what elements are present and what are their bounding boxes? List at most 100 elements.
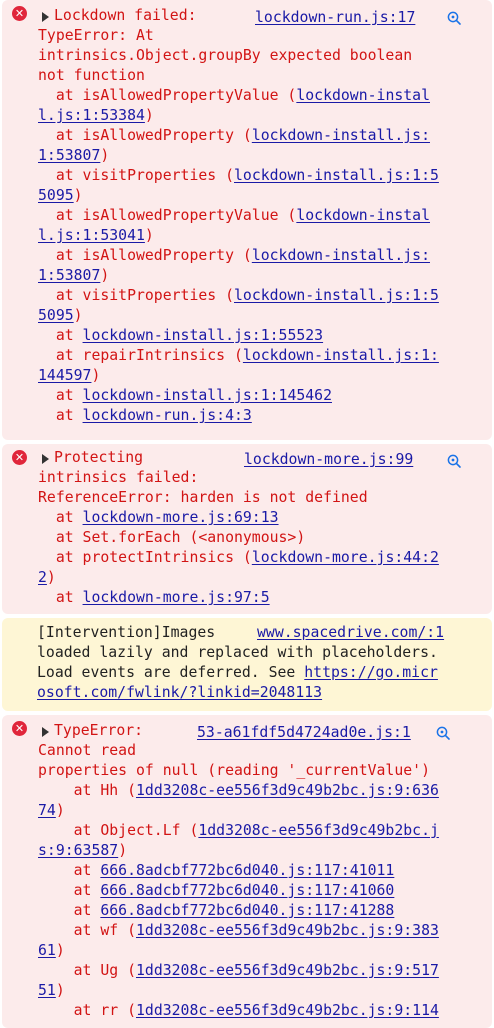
message-text: not function [38,67,145,84]
expand-triangle-icon[interactable] [42,727,49,737]
stack-line: Cannot read [38,741,492,761]
stack-line: 1:53807) [38,146,492,166]
message-text: at isAllowedPropertyValue ( [38,87,297,104]
message-text: ) [100,147,110,164]
stack-line: at 666.8adcbf772bc6d040.js:117:41288 [38,901,492,921]
message-text: [Intervention]Images [37,624,216,641]
stack-source-link[interactable]: lockdown-install.js:1:5 [234,287,439,304]
stack-source-link[interactable]: 666.8adcbf772bc6d040.js:117:41060 [100,882,394,899]
stack-line: at protectIntrinsics (lockdown-more.js:4… [38,548,492,568]
stack-source-link[interactable]: lockdown-more.js:69:13 [83,509,279,526]
stack-line: 2) [38,568,492,588]
stack-source-link[interactable]: lockdown-instal [296,87,430,104]
stack-source-link[interactable]: 1dd3208c-ee556f3d9c49b2bc.j [198,822,439,839]
stack-source-link[interactable]: 144597 [38,367,91,384]
message-text: ) [144,107,154,124]
stack-source-link[interactable]: lockdown-more.js:97:5 [83,589,270,606]
stack-source-link[interactable]: lockdown-install.js:1:145462 [83,387,332,404]
stack-source-link[interactable]: 2 [38,569,47,586]
stack-source-link[interactable]: https://go.micr [304,664,438,681]
console-warning-message[interactable]: [Intervention]Images loaded lazily and re… [2,618,492,711]
message-text: loaded lazily and replaced with placehol… [37,644,438,661]
message-source-link[interactable]: lockdown-run.js:17 [255,8,415,28]
stack-source-link[interactable]: lockdown-install.js: [252,127,430,144]
stack-line: properties of null (reading '_currentVal… [38,761,492,781]
stack-line: at lockdown-install.js:1:55523 [38,326,492,346]
stack-source-link[interactable]: lockdown-run.js:4:3 [83,407,252,424]
stack-line: 74) [38,801,492,821]
error-icon: ✕ [12,450,27,465]
console-error-message[interactable]: ✕ Lockdown failed: TypeError: At intrinsics… [2,0,492,440]
stack-source-link[interactable]: l.js:1:53041 [38,227,145,244]
stack-line: 144597) [38,366,492,386]
message-text: ) [118,842,128,859]
message-source-link[interactable]: 53-a61fdf5d4724ad0e.js:1 [197,723,411,743]
stack-source-link[interactable]: lockdown-more.js:44:2 [252,549,439,566]
stack-source-link[interactable]: osoft.com/fwlink/?linkid=2048113 [37,684,322,701]
stack-line: l.js:1:53041) [38,226,492,246]
stack-source-link[interactable]: 666.8adcbf772bc6d040.js:117:41288 [100,902,394,919]
message-source-link[interactable]: www.spacedrive.com/:1 [257,623,444,643]
stack-source-link[interactable]: 1dd3208c-ee556f3d9c49b2bc.js:9:517 [136,962,439,979]
stack-line: at Ug (1dd3208c-ee556f3d9c49b2bc.js:9:51… [38,961,492,981]
stack-source-link[interactable]: 74 [38,802,56,819]
message-text: at Set.forEach (<anonymous>) [38,529,306,546]
stack-line: ReferenceError: harden is not defined [38,488,492,508]
message-text: at [38,902,101,919]
stack-line: intrinsics.Object.groupBy expected boole… [38,46,492,66]
message-text: ) [46,569,56,586]
message-text: at Hh ( [38,782,136,799]
stack-line: loaded lazily and replaced with placehol… [37,643,492,663]
stack-source-link[interactable]: lockdown-instal [296,207,430,224]
stack-source-link[interactable]: 1:53807 [38,267,100,284]
message-text: at isAllowedPropertyValue ( [38,207,297,224]
stack-source-link[interactable]: 5095 [38,187,74,204]
stack-source-link[interactable]: lockdown-install.js:1:55523 [83,327,324,344]
message-text: at rr ( [38,1002,136,1019]
stack-source-link[interactable]: lockdown-install.js: [252,247,430,264]
magnifier-insights-icon[interactable] [446,10,462,26]
message-text: at Ug ( [38,962,136,979]
stack-line: at isAllowedPropertyValue (lockdown-inst… [38,206,492,226]
stack-line: at Set.forEach (<anonymous>) [38,528,492,548]
message-text: ) [55,802,65,819]
stack-source-link[interactable]: lockdown-install.js:1: [243,347,439,364]
stack-source-link[interactable]: lockdown-install.js:1:5 [234,167,439,184]
stack-line: TypeError: At [38,26,492,46]
message-source-link[interactable]: lockdown-more.js:99 [244,450,413,470]
magnifier-insights-icon[interactable] [435,725,451,741]
stack-source-link[interactable]: 5095 [38,307,74,324]
console-error-message[interactable]: ✕ TypeError: Cannot read properties of null… [2,715,492,1028]
message-text: at [38,589,83,606]
stack-source-link[interactable]: 61 [38,942,56,959]
stack-source-link[interactable]: l.js:1:53384 [38,107,145,124]
stack-source-link[interactable]: 1dd3208c-ee556f3d9c49b2bc.js:9:636 [136,782,439,799]
message-text: at wf ( [38,922,136,939]
stack-line: at repairIntrinsics (lockdown-install.js… [38,346,492,366]
message-text: properties of null (reading '_currentVal… [38,762,430,779]
message-text: at repairIntrinsics ( [38,347,243,364]
message-text: ) [73,307,83,324]
message-text: at Object.Lf ( [38,822,199,839]
message-text: Load events are deferred. See [37,664,305,681]
stack-source-link[interactable]: s:9:63587 [38,842,118,859]
stack-line: at isAllowedProperty (lockdown-install.j… [38,246,492,266]
stack-source-link[interactable]: 1:53807 [38,147,100,164]
expand-triangle-icon[interactable] [42,12,49,22]
stack-line: not function [38,66,492,86]
stack-source-link[interactable]: 1dd3208c-ee556f3d9c49b2bc.js:9:383 [136,922,439,939]
message-text: ReferenceError: harden is not defined [38,489,368,506]
stack-source-link[interactable]: 666.8adcbf772bc6d040.js:117:41011 [100,862,394,879]
stack-line: 61) [38,941,492,961]
message-text: Lockdown failed: [54,7,197,24]
console-error-message[interactable]: ✕ Protecting intrinsics failed: ReferenceEr… [2,444,492,614]
expand-triangle-icon[interactable] [42,454,49,464]
stack-source-link[interactable]: 51 [38,982,56,999]
stack-source-link[interactable]: 1dd3208c-ee556f3d9c49b2bc.js:9:114 [136,1002,439,1019]
stack-line: at visitProperties (lockdown-install.js:… [38,286,492,306]
magnifier-insights-icon[interactable] [446,453,462,469]
message-text: ) [73,187,83,204]
error-icon: ✕ [12,721,27,736]
message-text: TypeError: At [38,27,154,44]
message-text: at isAllowedProperty ( [38,247,252,264]
